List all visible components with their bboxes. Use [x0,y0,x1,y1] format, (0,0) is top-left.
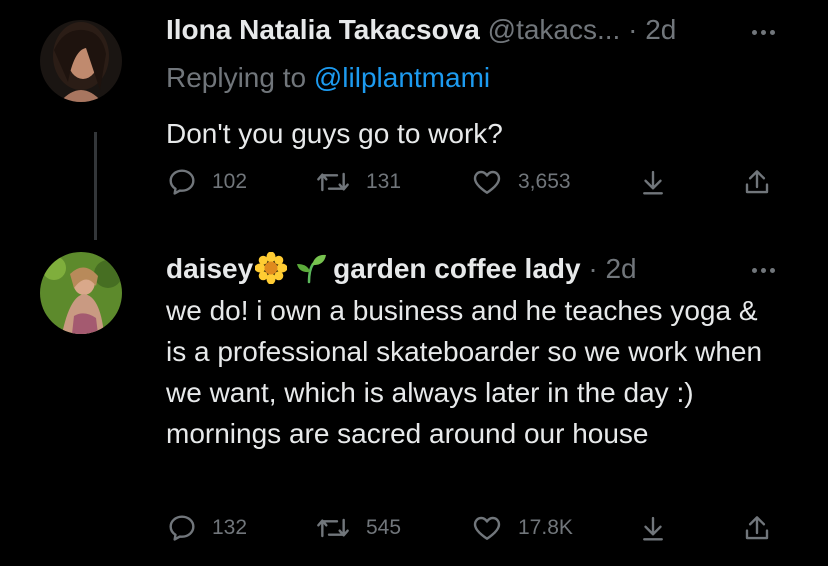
retweet-button[interactable]: 131 [314,166,401,198]
reply-icon [169,169,195,195]
tweet-actions: 102 131 3,653 [166,166,786,200]
avatar[interactable] [40,252,122,334]
timestamp[interactable]: 2d [605,253,636,284]
seedling-emoji [297,254,327,284]
tweet-header: daisey garden coffee lady · 2d [166,251,738,285]
separator-dot: · [588,253,598,284]
bookmark-icon [643,170,663,195]
tweet: daisey garden coffee lady · 2d we do! i o… [0,250,828,566]
like-button[interactable]: 17.8K [470,512,573,544]
reply-count: 132 [212,516,248,539]
mention-link[interactable]: @lilplantmami [314,62,490,93]
like-icon [473,516,501,540]
retweet-count: 545 [366,516,402,539]
retweet-icon [317,172,349,192]
tweet-header: Ilona Natalia Takacsova @takacs... · 2d [166,14,738,46]
avatar[interactable] [40,20,122,102]
separator-dot: · [628,14,638,45]
reply-button[interactable]: 132 [166,512,247,544]
thread-line [94,132,97,240]
reply-icon [169,515,195,541]
replying-to-label: Replying to [166,62,307,93]
like-count: 3,653 [518,170,571,193]
bookmark-button[interactable] [638,166,668,198]
like-count: 17.8K [518,516,573,539]
sunflower-emoji [254,251,288,285]
tweet: Ilona Natalia Takacsova @takacs... · 2d … [0,0,828,250]
like-icon [473,170,501,194]
more-icon[interactable] [752,22,786,42]
tweet-text: we do! i own a business and he teaches y… [166,295,763,449]
display-name[interactable]: Ilona Natalia Takacsova [166,14,480,45]
username[interactable]: @takacs... [488,14,621,45]
share-button[interactable] [742,512,772,544]
retweet-icon [317,518,349,538]
share-icon [745,516,769,540]
like-button[interactable]: 3,653 [470,166,571,198]
tweet-actions: 132 545 17.8K [166,512,786,546]
bookmark-icon [643,516,663,541]
display-name-part: daisey [166,253,254,284]
retweet-button[interactable]: 545 [314,512,401,544]
share-icon [745,170,769,194]
timestamp[interactable]: 2d [645,14,676,45]
reply-count: 102 [212,170,248,193]
reply-button[interactable]: 102 [166,166,247,198]
replying-to: Replying to @lilplantmami [166,62,490,94]
tweet-text: Don't you guys go to work? [166,118,503,149]
share-button[interactable] [742,166,772,198]
display-name[interactable]: daisey garden coffee lady [166,251,581,285]
bookmark-button[interactable] [638,512,668,544]
display-name-part: garden coffee lady [333,253,581,284]
more-icon[interactable] [752,260,786,280]
retweet-count: 131 [366,170,402,193]
